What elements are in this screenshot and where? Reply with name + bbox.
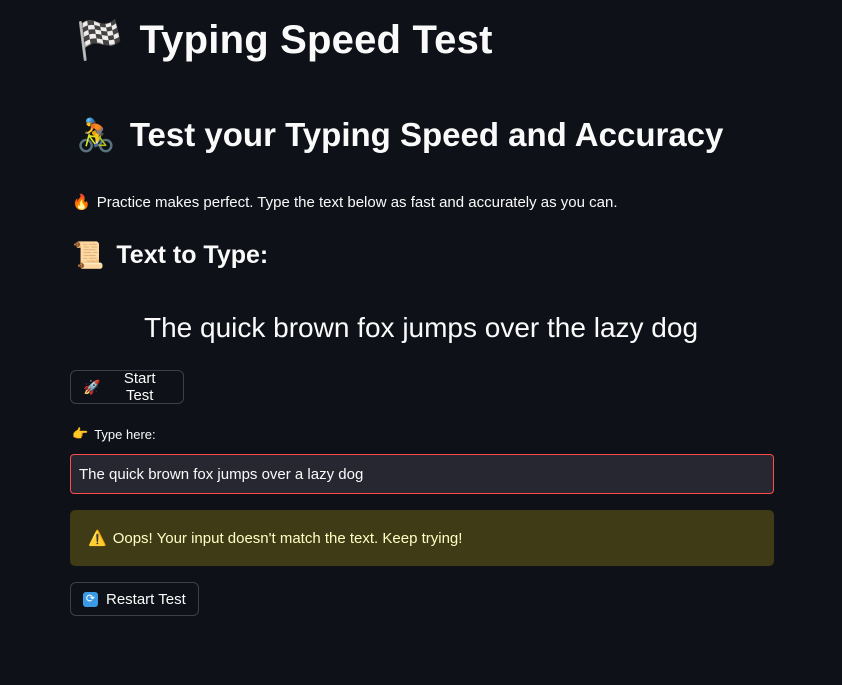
cyclist-icon: 🚴 <box>76 117 116 153</box>
typing-input[interactable] <box>70 454 774 494</box>
practice-note: 🔥 Practice makes perfect. Type the text … <box>72 193 618 212</box>
type-here-label-text: Type here: <box>94 426 156 442</box>
restart-test-button[interactable]: ⟳ Restart Test <box>70 582 199 616</box>
mismatch-warning: ⚠️ Oops! Your input doesn't match the te… <box>70 510 774 566</box>
start-test-label: Start Test <box>123 370 156 404</box>
page-title: 🏁 Typing Speed Test <box>76 18 493 63</box>
fire-icon: 🔥 <box>72 194 91 211</box>
page-title-text: Typing Speed Test <box>139 18 493 62</box>
warning-icon: ⚠️ <box>88 530 107 547</box>
practice-note-text: Practice makes perfect. Type the text be… <box>96 193 618 211</box>
type-here-label: 👉 Type here: <box>72 426 156 442</box>
text-to-type-heading-text: Text to Type: <box>116 241 269 269</box>
subheader-text: Test your Typing Speed and Accuracy <box>129 116 724 153</box>
app-page: 🏁 Typing Speed Test 🚴 Test your Typing S… <box>0 0 842 685</box>
start-test-button[interactable]: 🚀 Start Test <box>70 370 184 404</box>
pointing-hand-icon: 👉 <box>72 426 89 441</box>
subheader: 🚴 Test your Typing Speed and Accuracy <box>76 116 723 154</box>
refresh-icon: ⟳ <box>83 591 98 607</box>
rocket-icon: 🚀 <box>83 378 101 395</box>
scroll-icon: 📜 <box>72 240 105 270</box>
target-text: The quick brown fox jumps over the lazy … <box>143 312 699 343</box>
mismatch-warning-text: Oops! Your input doesn't match the text.… <box>112 529 463 547</box>
restart-test-label: Restart Test <box>106 590 186 608</box>
checkered-flag-icon: 🏁 <box>76 19 124 62</box>
text-to-type-heading: 📜 Text to Type: <box>72 240 268 271</box>
